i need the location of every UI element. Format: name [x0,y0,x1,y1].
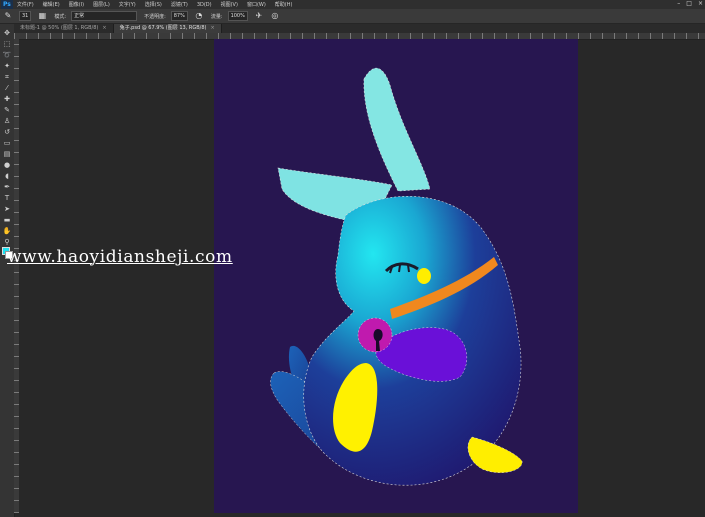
menu-type[interactable]: 文字(Y) [119,1,136,8]
menu-view[interactable]: 视图(V) [221,1,238,8]
tab-document-2[interactable]: 兔子.psd @ 67.9% (图层 13, RGB/8) × [113,24,222,33]
opacity-input[interactable]: 87% [170,11,188,21]
menu-edit[interactable]: 编辑(E) [43,1,60,8]
flow-label: 流量: [210,13,223,20]
gradient-tool-icon[interactable]: ▤ [2,149,12,159]
brush-size-picker[interactable]: 31 [19,11,32,21]
maximize-button[interactable]: □ [686,0,692,7]
window-controls: – □ × [677,0,703,7]
tab-document-1[interactable]: 未标题-1 @ 50% (图层 1, RGB/8) × [14,24,114,33]
move-tool-icon[interactable]: ✥ [2,28,12,38]
stamp-tool-icon[interactable]: ♙ [2,116,12,126]
menu-select[interactable]: 选择(S) [145,1,162,8]
vertical-ruler[interactable] [14,39,19,513]
flow-input[interactable]: 100% [227,11,248,21]
mode-select[interactable]: 正常 [71,11,138,21]
document-canvas[interactable] [214,39,578,513]
shape-tool-icon[interactable]: ▬ [2,215,12,225]
menu-window[interactable]: 窗口(W) [247,1,266,8]
minimize-button[interactable]: – [677,0,680,7]
eraser-tool-icon[interactable]: ▭ [2,138,12,148]
menu-help[interactable]: 帮助(H) [275,1,293,8]
close-tab-icon[interactable]: × [210,25,214,31]
blur-tool-icon[interactable]: ● [2,160,12,170]
quick-select-tool-icon[interactable]: ✦ [2,61,12,71]
tab-label: 兔子.psd @ 67.9% (图层 13, RGB/8) [119,25,207,31]
close-button[interactable]: × [698,0,703,7]
brush-panel-icon[interactable]: ▦ [37,11,47,21]
cheek [417,268,431,284]
healing-tool-icon[interactable]: ✚ [2,94,12,104]
airbrush-icon[interactable]: ✈ [254,11,264,21]
lasso-tool-icon[interactable]: ➰ [2,50,12,60]
tab-label: 未标题-1 @ 50% (图层 1, RGB/8) [20,25,99,31]
zoom-tool-icon[interactable]: ⚲ [2,237,12,247]
document-tabs: 未标题-1 @ 50% (图层 1, RGB/8) × 兔子.psd @ 67.9… [14,24,705,33]
mode-label: 模式: [54,13,67,20]
brush-tool-icon[interactable]: ✎ [3,11,13,21]
watermark-text: www.haoyidiansheji.com [7,247,233,267]
options-bar: ✎ 31 ▦ 模式: 正常 不透明度: 87% ◔ 流量: 100% ✈ ◎ [0,9,705,24]
opacity-label: 不透明度: [144,13,166,20]
app-logo: Ps [1,0,13,9]
menu-bar: Ps 文件(F) 编辑(E) 图像(I) 图层(L) 文字(Y) 选择(S) 滤… [0,0,705,9]
path-select-tool-icon[interactable]: ➤ [2,204,12,214]
close-tab-icon[interactable]: × [102,25,106,31]
menu-filter[interactable]: 滤镜(T) [171,1,188,8]
front-ear [363,67,431,192]
type-tool-icon[interactable]: T [2,193,12,203]
history-brush-tool-icon[interactable]: ↺ [2,127,12,137]
menu-layer[interactable]: 图层(L) [93,1,110,8]
toolbox: ✥ ⬚ ➰ ✦ ⌗ ⁄ ✚ ✎ ♙ ↺ ▭ ▤ ● ◖ ✒ T ➤ ▬ ✋ ⚲ … [0,24,15,517]
eyedropper-tool-icon[interactable]: ⁄ [2,83,12,93]
pen-tool-icon[interactable]: ✒ [2,182,12,192]
menu-3d[interactable]: 3D(D) [197,2,212,8]
dodge-tool-icon[interactable]: ◖ [2,171,12,181]
pressure-size-icon[interactable]: ◎ [270,11,280,21]
brush-tool-icon[interactable]: ✎ [2,105,12,115]
marquee-tool-icon[interactable]: ⬚ [2,39,12,49]
menu-file[interactable]: 文件(F) [17,1,34,8]
pressure-opacity-icon[interactable]: ◔ [194,11,204,21]
crop-tool-icon[interactable]: ⌗ [2,72,12,82]
hand-tool-icon[interactable]: ✋ [2,226,12,236]
menu-image[interactable]: 图像(I) [69,1,84,8]
rabbit-illustration [270,67,523,486]
